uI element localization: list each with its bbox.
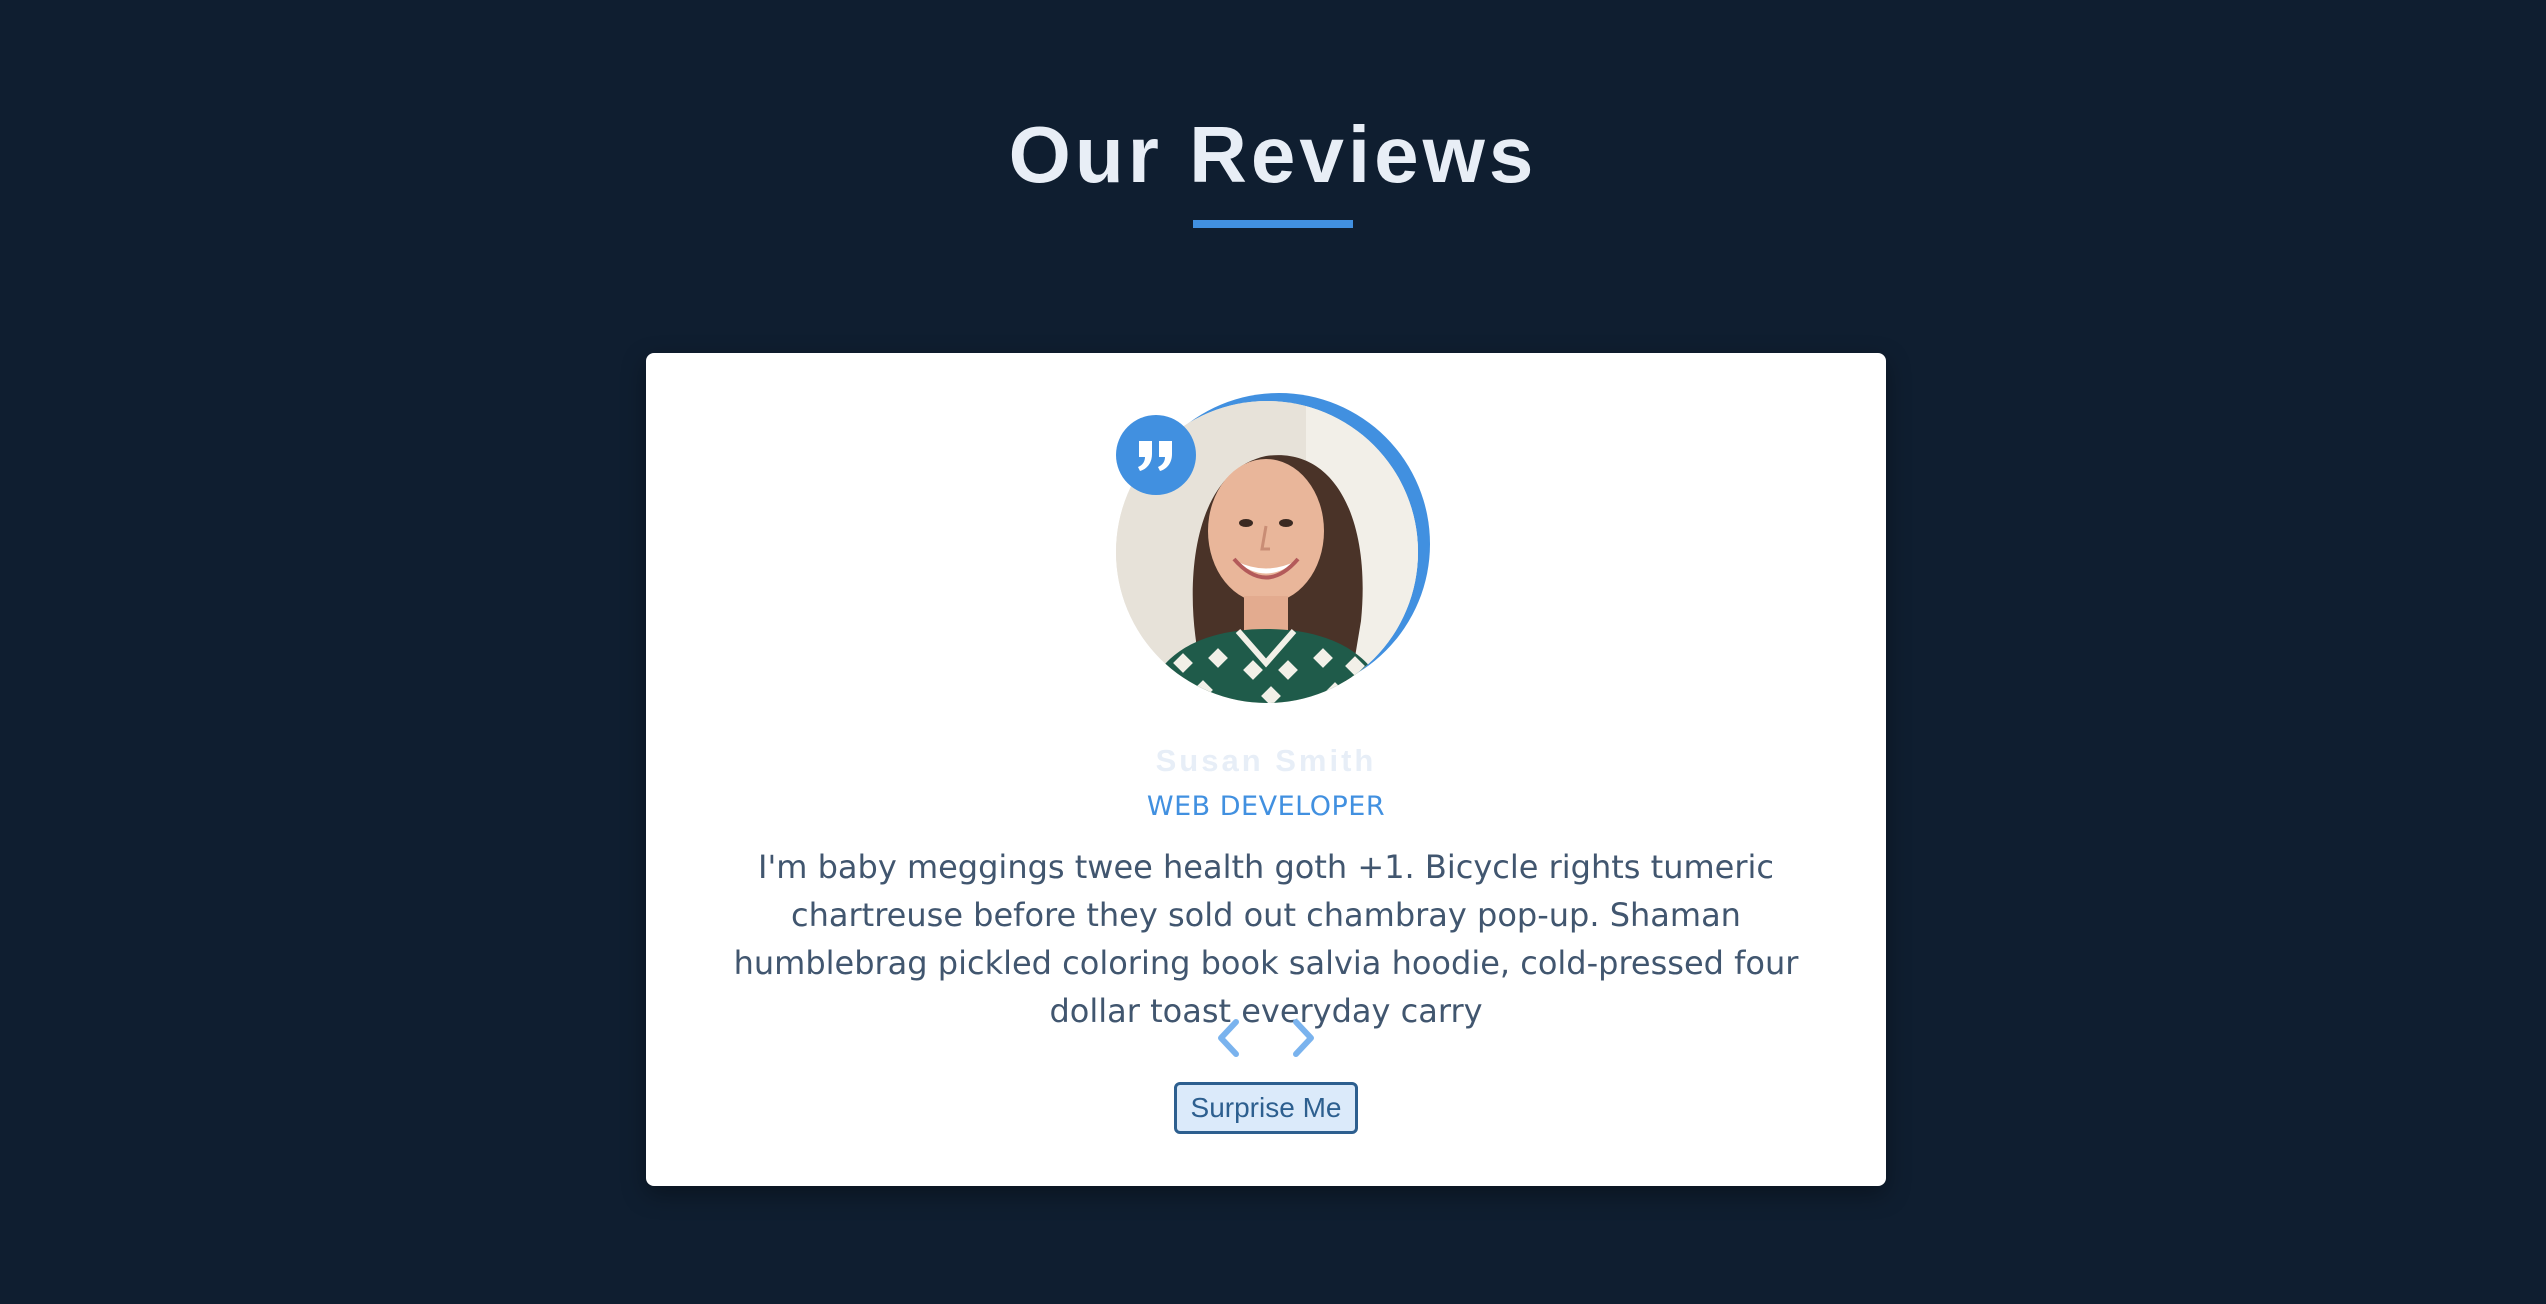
- page-title: Our Reviews: [1008, 110, 1538, 199]
- chevron-right-icon: [1293, 1019, 1314, 1057]
- title-block: Our Reviews: [0, 100, 2546, 228]
- review-author: Susan Smith: [1155, 743, 1377, 778]
- surprise-me-button[interactable]: Surprise Me: [1174, 1082, 1358, 1134]
- review-job: WEB DEVELOPER: [1146, 791, 1386, 822]
- quote-glyph-icon: [1138, 441, 1172, 471]
- navigation-buttons: [646, 1013, 1886, 1063]
- avatar-container: [1116, 393, 1430, 703]
- reviews-page: Our Reviews Susan Smith WEB DEVELOPER I'…: [0, 0, 2546, 1304]
- review-card: Susan Smith WEB DEVELOPER I'm baby meggi…: [646, 353, 1886, 1186]
- next-button[interactable]: [1278, 1013, 1328, 1063]
- prev-button[interactable]: [1204, 1013, 1254, 1063]
- review-text: I'm baby meggings twee health goth +1. B…: [733, 848, 1799, 1030]
- title-underline: [1193, 220, 1353, 228]
- chevron-left-icon: [1218, 1019, 1239, 1057]
- quote-icon: [1116, 415, 1196, 495]
